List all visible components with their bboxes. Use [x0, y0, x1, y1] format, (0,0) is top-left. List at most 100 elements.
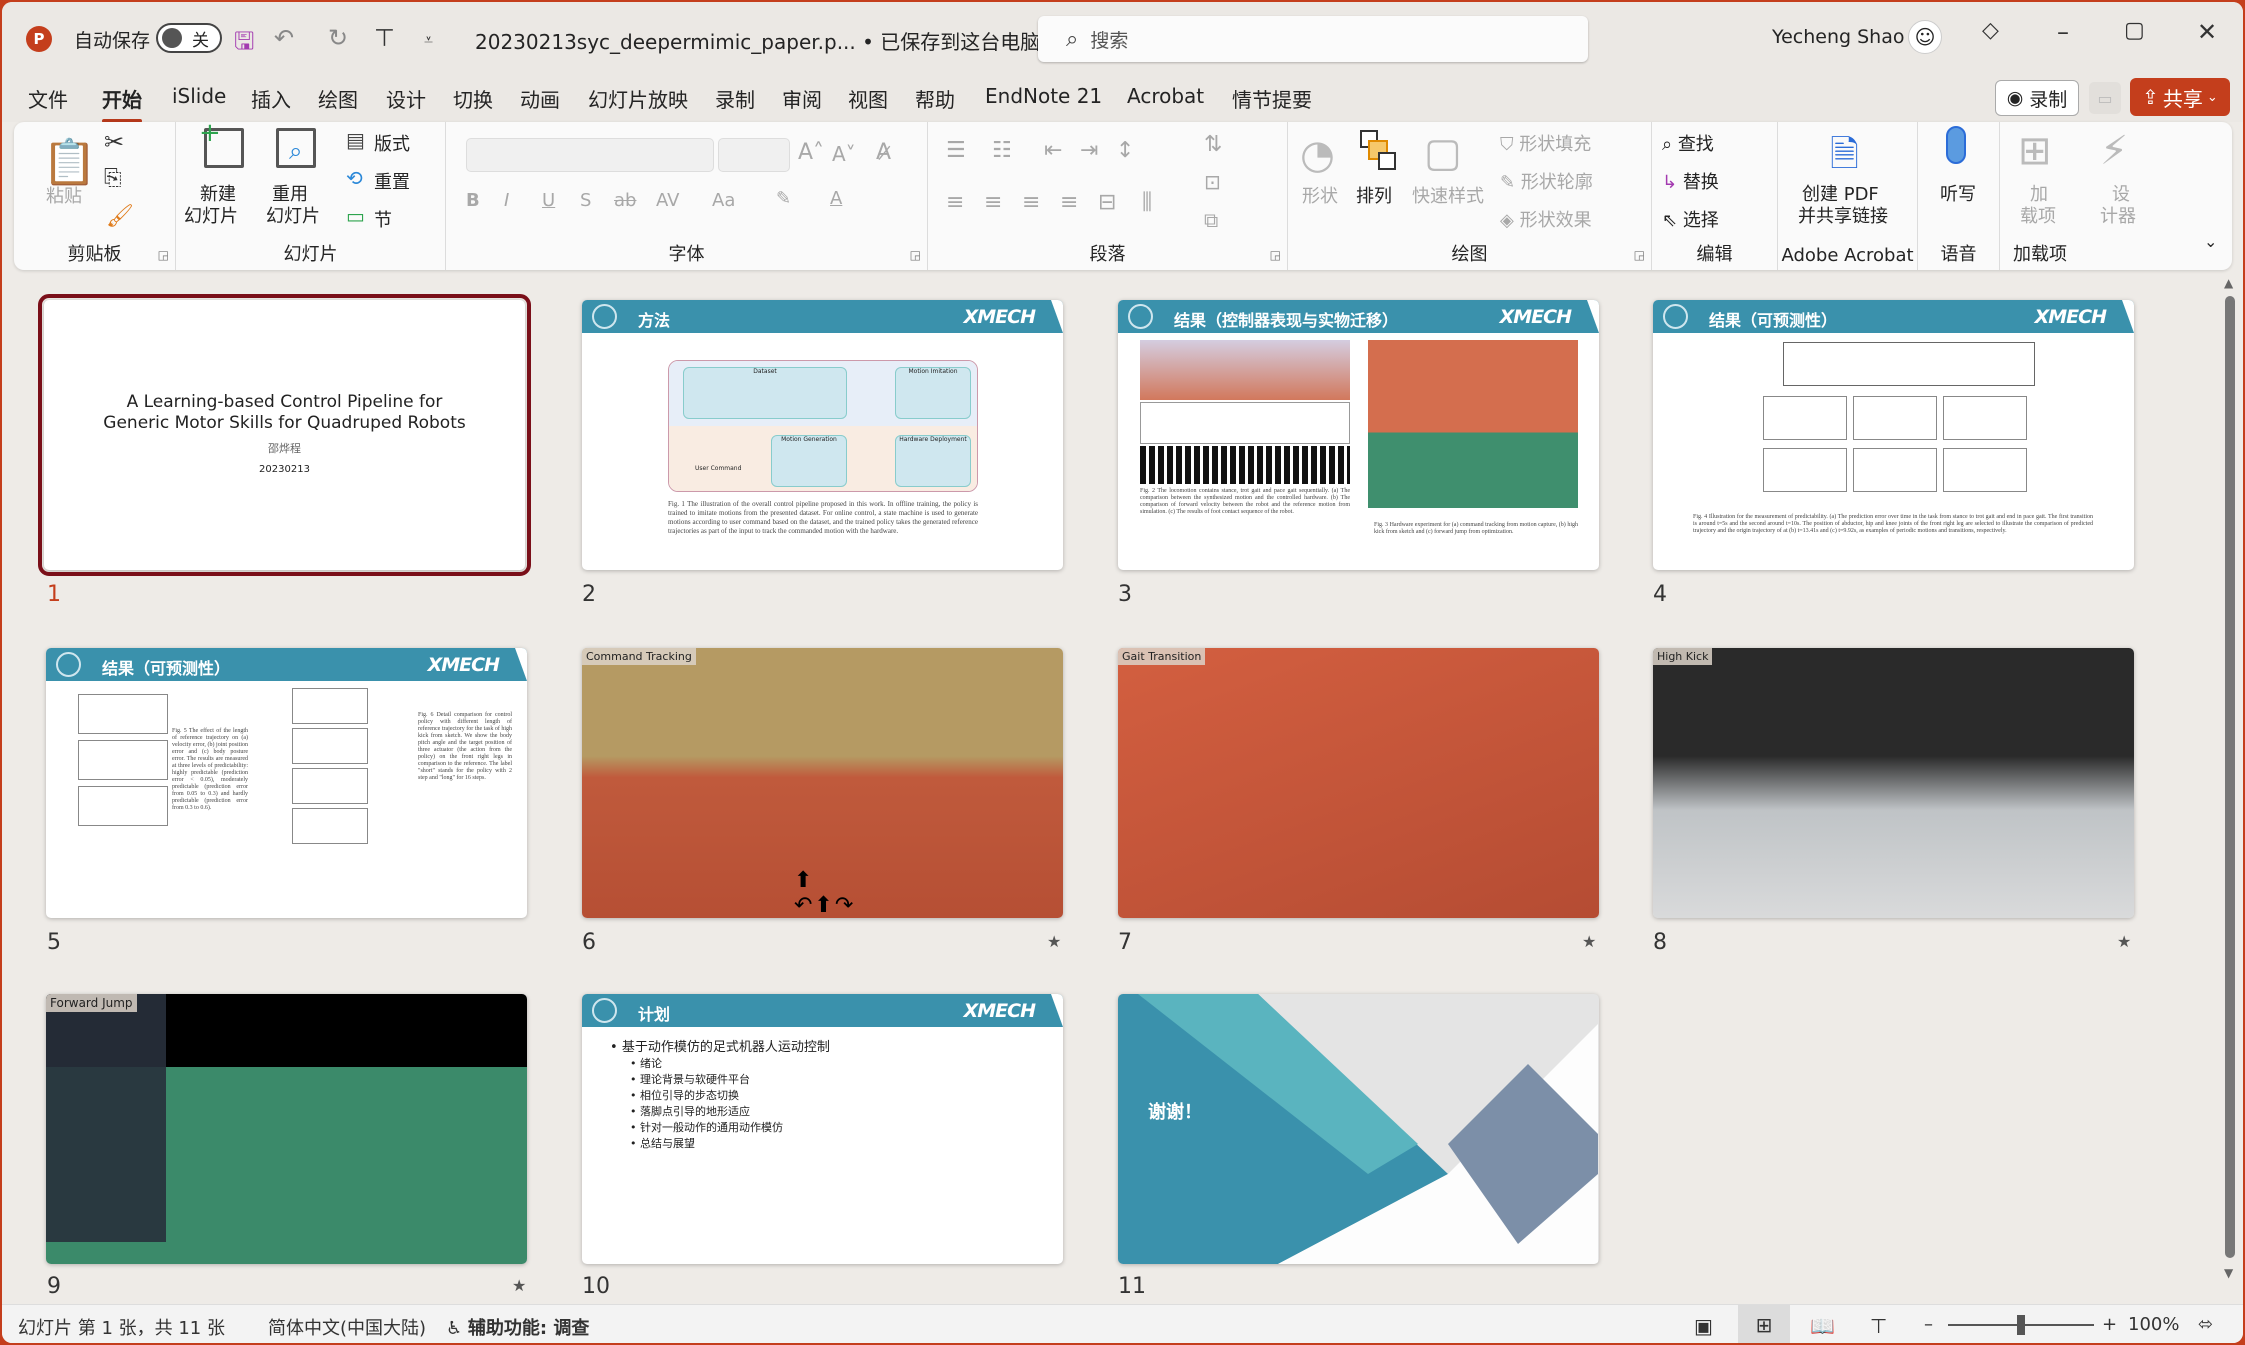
- new-slide-label-2[interactable]: 幻灯片: [184, 202, 238, 228]
- scroll-down-icon[interactable]: ▼: [2224, 1266, 2233, 1280]
- line-spacing-icon[interactable]: ↕: [1116, 138, 1134, 163]
- clear-format-icon[interactable]: A̷: [876, 140, 891, 165]
- quick-styles-icon[interactable]: ▢: [1424, 130, 1462, 176]
- dialog-launcher-icon[interactable]: ◲: [158, 248, 169, 262]
- distribute-icon[interactable]: ⊟: [1098, 190, 1116, 215]
- slide-thumbnail-9[interactable]: Forward Jump: [46, 994, 527, 1264]
- decrease-indent-icon[interactable]: ⇤: [1044, 138, 1062, 163]
- tab-home[interactable]: 开始: [102, 84, 142, 123]
- normal-view-icon[interactable]: ▣: [1694, 1314, 1713, 1338]
- tab-islide[interactable]: iSlide: [172, 84, 226, 108]
- font-size-select[interactable]: [718, 138, 790, 172]
- columns-icon[interactable]: ⫼: [1142, 190, 1152, 215]
- select-button[interactable]: ⇖ 选择: [1662, 206, 1719, 232]
- designer-label-2[interactable]: 计器: [2100, 202, 2136, 228]
- align-left-icon[interactable]: ≡: [946, 190, 964, 215]
- slide-thumbnail-11[interactable]: 谢谢！: [1118, 994, 1599, 1264]
- italic-button[interactable]: I: [504, 190, 509, 211]
- decrease-font-icon[interactable]: A˅: [832, 142, 856, 166]
- tab-endnote[interactable]: EndNote 21: [985, 84, 1102, 108]
- shape-outline-button[interactable]: ✎ 形状轮廓: [1500, 168, 1593, 194]
- maximize-icon[interactable]: ▢: [2124, 18, 2145, 43]
- reuse-label-2[interactable]: 幻灯片: [266, 202, 320, 228]
- shadow-button[interactable]: S: [580, 190, 591, 211]
- section-icon[interactable]: ▭: [346, 204, 365, 228]
- section-label[interactable]: 节: [374, 206, 392, 232]
- shapes-icon[interactable]: ◔: [1300, 132, 1335, 178]
- tab-acrobat[interactable]: Acrobat: [1127, 84, 1204, 108]
- search-box[interactable]: ⌕ 搜索: [1038, 16, 1588, 62]
- zoom-out-icon[interactable]: –: [1924, 1314, 1933, 1335]
- animation-star-icon[interactable]: ★: [2117, 932, 2131, 951]
- user-name[interactable]: Yecheng Shao: [1772, 26, 1904, 48]
- underline-button[interactable]: U: [542, 190, 555, 211]
- tab-transitions[interactable]: 切换: [453, 84, 493, 113]
- microphone-icon[interactable]: [1946, 126, 1966, 164]
- layout-icon[interactable]: ▤: [346, 128, 365, 152]
- save-icon[interactable]: 🖫: [234, 24, 254, 65]
- slide-thumbnail-5[interactable]: 结果（可预测性） XMECH Fig. 5 The effect of the l…: [46, 648, 527, 918]
- designer-icon[interactable]: ⚡: [2100, 128, 2128, 174]
- cut-icon[interactable]: ✂: [104, 128, 124, 156]
- reset-icon[interactable]: ⟲: [346, 166, 363, 190]
- comments-button[interactable]: ▭: [2089, 82, 2121, 114]
- accessibility-button[interactable]: ♿ 辅助功能: 调查: [446, 1314, 589, 1340]
- animation-star-icon[interactable]: ★: [512, 1276, 526, 1295]
- slide-thumbnail-1[interactable]: A Learning-based Control Pipeline for Ge…: [38, 294, 531, 576]
- tab-help[interactable]: 帮助: [915, 84, 955, 113]
- increase-font-icon[interactable]: A˄: [798, 140, 824, 165]
- zoom-slider-thumb[interactable]: [2017, 1315, 2025, 1335]
- tab-design[interactable]: 设计: [386, 84, 426, 113]
- font-color-icon[interactable]: A: [830, 188, 842, 209]
- align-right-icon[interactable]: ≡: [1022, 190, 1040, 215]
- redo-icon[interactable]: ↻: [328, 24, 348, 52]
- shape-effects-button[interactable]: ◈ 形状效果: [1500, 206, 1592, 232]
- collapse-ribbon-icon[interactable]: ⌄: [2204, 232, 2217, 251]
- bold-button[interactable]: B: [466, 190, 480, 211]
- slide-thumbnail-7[interactable]: Gait Transition: [1118, 648, 1599, 918]
- undo-icon[interactable]: ↶: [274, 24, 294, 52]
- language-indicator[interactable]: 简体中文(中国大陆): [268, 1314, 426, 1340]
- tab-file[interactable]: 文件: [28, 84, 68, 113]
- tab-review[interactable]: 审阅: [782, 84, 822, 113]
- tab-view[interactable]: 视图: [848, 84, 888, 113]
- numbering-icon[interactable]: ☷: [992, 138, 1012, 163]
- bullets-icon[interactable]: ☰: [946, 138, 966, 163]
- dialog-launcher-icon[interactable]: ◲: [1634, 248, 1645, 262]
- arrange-label[interactable]: 排列: [1356, 182, 1392, 208]
- justify-icon[interactable]: ≡: [1060, 190, 1078, 215]
- arrange-icon[interactable]: [1356, 130, 1400, 174]
- share-button[interactable]: ⇪ 共享 ⌄: [2130, 78, 2230, 116]
- tab-insert[interactable]: 插入: [251, 84, 291, 113]
- shape-fill-button[interactable]: ⛉ 形状填充: [1500, 130, 1591, 156]
- slide-thumbnail-8[interactable]: High Kick: [1653, 648, 2134, 918]
- scroll-up-icon[interactable]: ▲: [2224, 276, 2233, 290]
- slide-thumbnail-10[interactable]: 计划 XMECH • 基于动作模仿的足式机器人运动控制 • 绪论 • 理论背景与软…: [582, 994, 1063, 1264]
- align-text-icon[interactable]: ⊡: [1204, 170, 1221, 194]
- slide-thumbnail-2[interactable]: 方法 XMECH Dataset Motion Imitation Motion …: [582, 300, 1063, 570]
- format-painter-icon[interactable]: 🖌: [106, 204, 134, 229]
- paste-label[interactable]: 粘贴: [46, 182, 82, 208]
- smartart-icon[interactable]: ⧉: [1204, 208, 1218, 232]
- tab-animations[interactable]: 动画: [520, 84, 560, 113]
- autosave-toggle[interactable]: 关: [156, 23, 222, 53]
- quick-styles-label[interactable]: 快速样式: [1412, 182, 1484, 208]
- slide-thumbnail-3[interactable]: 结果（控制器表现与实物迁移） XMECH Fig. 2 The locomotio…: [1118, 300, 1599, 570]
- slide-thumbnail-6[interactable]: Command Tracking ⬆ ↶⬆↷: [582, 648, 1063, 918]
- new-slide-icon[interactable]: +: [199, 120, 244, 168]
- dictate-label[interactable]: 听写: [1940, 180, 1976, 206]
- copy-icon[interactable]: ⎘: [104, 166, 122, 191]
- fit-to-window-icon[interactable]: ⬄: [2198, 1314, 2213, 1335]
- change-case-button[interactable]: Aa: [712, 190, 735, 211]
- customize-icon[interactable]: ⩡: [424, 30, 433, 50]
- record-button[interactable]: ◉ 录制: [1995, 80, 2079, 116]
- find-button[interactable]: ⌕ 查找: [1662, 130, 1714, 156]
- tab-draw[interactable]: 绘图: [318, 84, 358, 113]
- close-icon[interactable]: ✕: [2197, 18, 2217, 46]
- scroll-thumb[interactable]: [2225, 296, 2235, 1258]
- vertical-scrollbar[interactable]: ▲ ▼: [2220, 274, 2240, 1304]
- slide-thumbnail-4[interactable]: 结果（可预测性） XMECH Fig. 4 Illustration for th…: [1653, 300, 2134, 570]
- align-center-icon[interactable]: ≡: [984, 190, 1002, 215]
- document-title[interactable]: 20230213syc_deepermimic_paper.p... • 已保存…: [475, 26, 1062, 55]
- tab-storyboard[interactable]: 情节提要: [1232, 84, 1312, 113]
